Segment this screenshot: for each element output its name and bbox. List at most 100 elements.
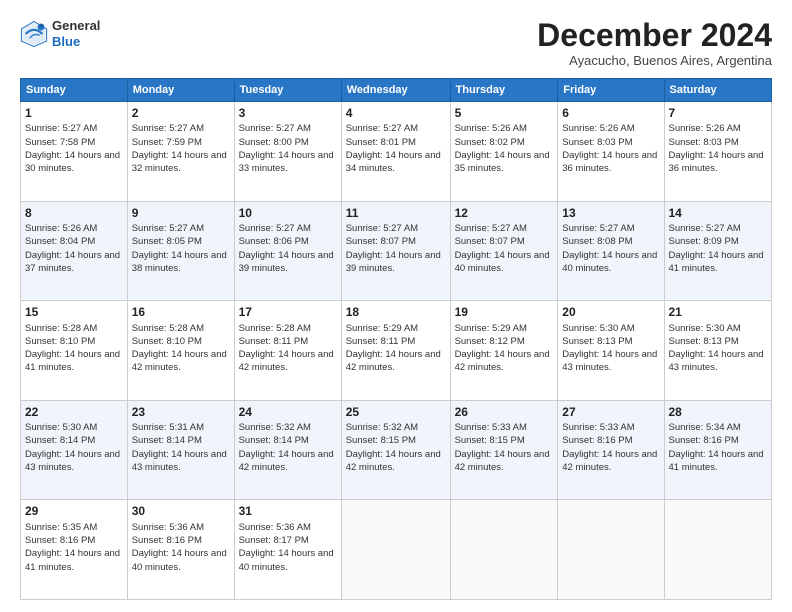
day-number: 13 [562,205,659,221]
table-row: 14Sunrise: 5:27 AM Sunset: 8:09 PM Dayli… [664,201,772,301]
calendar-week-2: 8Sunrise: 5:26 AM Sunset: 8:04 PM Daylig… [21,201,772,301]
day-info: Sunrise: 5:26 AM Sunset: 8:03 PM Dayligh… [669,122,768,175]
day-info: Sunrise: 5:33 AM Sunset: 8:16 PM Dayligh… [562,421,659,474]
table-row: 24Sunrise: 5:32 AM Sunset: 8:14 PM Dayli… [234,400,341,500]
calendar-week-4: 22Sunrise: 5:30 AM Sunset: 8:14 PM Dayli… [21,400,772,500]
day-number: 23 [132,404,230,420]
col-thursday: Thursday [450,79,558,102]
table-row: 8Sunrise: 5:26 AM Sunset: 8:04 PM Daylig… [21,201,128,301]
day-info: Sunrise: 5:27 AM Sunset: 8:05 PM Dayligh… [132,222,230,275]
day-number: 3 [239,105,337,121]
day-number: 31 [239,503,337,519]
logo-icon [20,20,48,48]
table-row: 18Sunrise: 5:29 AM Sunset: 8:11 PM Dayli… [341,301,450,401]
table-row [558,500,664,600]
month-title: December 2024 [537,18,772,53]
day-info: Sunrise: 5:27 AM Sunset: 8:07 PM Dayligh… [455,222,554,275]
table-row: 12Sunrise: 5:27 AM Sunset: 8:07 PM Dayli… [450,201,558,301]
day-info: Sunrise: 5:26 AM Sunset: 8:02 PM Dayligh… [455,122,554,175]
logo-blue: Blue [52,34,80,49]
day-info: Sunrise: 5:28 AM Sunset: 8:11 PM Dayligh… [239,322,337,375]
day-number: 22 [25,404,123,420]
day-info: Sunrise: 5:33 AM Sunset: 8:15 PM Dayligh… [455,421,554,474]
logo-text: General Blue [52,18,100,49]
day-info: Sunrise: 5:30 AM Sunset: 8:13 PM Dayligh… [562,322,659,375]
day-number: 10 [239,205,337,221]
day-info: Sunrise: 5:36 AM Sunset: 8:16 PM Dayligh… [132,521,230,574]
day-number: 28 [669,404,768,420]
col-saturday: Saturday [664,79,772,102]
day-info: Sunrise: 5:30 AM Sunset: 8:13 PM Dayligh… [669,322,768,375]
table-row: 30 Sunrise: 5:36 AM Sunset: 8:16 PM Dayli… [127,500,234,600]
table-row: 3Sunrise: 5:27 AM Sunset: 8:00 PM Daylig… [234,102,341,202]
table-row: 28Sunrise: 5:34 AM Sunset: 8:16 PM Dayli… [664,400,772,500]
day-number: 1 [25,105,123,121]
logo-general: General [52,18,100,33]
table-row [664,500,772,600]
table-row: 21 Sunrise: 5:30 AM Sunset: 8:13 PM Dayli… [664,301,772,401]
col-friday: Friday [558,79,664,102]
table-row [341,500,450,600]
day-info: Sunrise: 5:32 AM Sunset: 8:15 PM Dayligh… [346,421,446,474]
day-number: 30 [132,503,230,519]
table-row: 31 Sunrise: 5:36 AM Sunset: 8:17 PM Dayli… [234,500,341,600]
table-row: 13Sunrise: 5:27 AM Sunset: 8:08 PM Dayli… [558,201,664,301]
day-number: 20 [562,304,659,320]
day-info: Sunrise: 5:27 AM Sunset: 8:07 PM Dayligh… [346,222,446,275]
day-number: 17 [239,304,337,320]
logo: General Blue [20,18,100,49]
day-info: Sunrise: 5:29 AM Sunset: 8:11 PM Dayligh… [346,322,446,375]
table-row: 5Sunrise: 5:26 AM Sunset: 8:02 PM Daylig… [450,102,558,202]
day-number: 6 [562,105,659,121]
day-number: 15 [25,304,123,320]
table-row: 4Sunrise: 5:27 AM Sunset: 8:01 PM Daylig… [341,102,450,202]
day-number: 7 [669,105,768,121]
calendar: Sunday Monday Tuesday Wednesday Thursday… [20,78,772,600]
table-row: 1Sunrise: 5:27 AM Sunset: 7:58 PM Daylig… [21,102,128,202]
table-row: 10Sunrise: 5:27 AM Sunset: 8:06 PM Dayli… [234,201,341,301]
table-row: 15Sunrise: 5:28 AM Sunset: 8:10 PM Dayli… [21,301,128,401]
col-sunday: Sunday [21,79,128,102]
table-row: 26Sunrise: 5:33 AM Sunset: 8:15 PM Dayli… [450,400,558,500]
title-block: December 2024 Ayacucho, Buenos Aires, Ar… [537,18,772,68]
table-row: 6Sunrise: 5:26 AM Sunset: 8:03 PM Daylig… [558,102,664,202]
day-number: 5 [455,105,554,121]
day-info: Sunrise: 5:27 AM Sunset: 7:58 PM Dayligh… [25,122,123,175]
day-info: Sunrise: 5:27 AM Sunset: 8:01 PM Dayligh… [346,122,446,175]
table-row: 11Sunrise: 5:27 AM Sunset: 8:07 PM Dayli… [341,201,450,301]
day-number: 8 [25,205,123,221]
table-row: 20 Sunrise: 5:30 AM Sunset: 8:13 PM Dayli… [558,301,664,401]
day-info: Sunrise: 5:27 AM Sunset: 8:06 PM Dayligh… [239,222,337,275]
day-info: Sunrise: 5:32 AM Sunset: 8:14 PM Dayligh… [239,421,337,474]
day-number: 21 [669,304,768,320]
day-info: Sunrise: 5:29 AM Sunset: 8:12 PM Dayligh… [455,322,554,375]
day-info: Sunrise: 5:35 AM Sunset: 8:16 PM Dayligh… [25,521,123,574]
day-number: 12 [455,205,554,221]
page: General Blue December 2024 Ayacucho, Bue… [0,0,792,612]
table-row: 22Sunrise: 5:30 AM Sunset: 8:14 PM Dayli… [21,400,128,500]
day-number: 11 [346,205,446,221]
day-number: 14 [669,205,768,221]
calendar-header-row: Sunday Monday Tuesday Wednesday Thursday… [21,79,772,102]
table-row: 23Sunrise: 5:31 AM Sunset: 8:14 PM Dayli… [127,400,234,500]
day-number: 16 [132,304,230,320]
day-info: Sunrise: 5:36 AM Sunset: 8:17 PM Dayligh… [239,521,337,574]
table-row: 17 Sunrise: 5:28 AM Sunset: 8:11 PM Dayli… [234,301,341,401]
day-number: 2 [132,105,230,121]
day-info: Sunrise: 5:28 AM Sunset: 8:10 PM Dayligh… [132,322,230,375]
table-row [450,500,558,600]
table-row: 9Sunrise: 5:27 AM Sunset: 8:05 PM Daylig… [127,201,234,301]
subtitle: Ayacucho, Buenos Aires, Argentina [537,53,772,68]
day-info: Sunrise: 5:34 AM Sunset: 8:16 PM Dayligh… [669,421,768,474]
table-row: 25Sunrise: 5:32 AM Sunset: 8:15 PM Dayli… [341,400,450,500]
day-info: Sunrise: 5:27 AM Sunset: 7:59 PM Dayligh… [132,122,230,175]
table-row: 19Sunrise: 5:29 AM Sunset: 8:12 PM Dayli… [450,301,558,401]
col-tuesday: Tuesday [234,79,341,102]
header: General Blue December 2024 Ayacucho, Bue… [20,18,772,68]
col-monday: Monday [127,79,234,102]
col-wednesday: Wednesday [341,79,450,102]
calendar-week-5: 29Sunrise: 5:35 AM Sunset: 8:16 PM Dayli… [21,500,772,600]
table-row: 16 Sunrise: 5:28 AM Sunset: 8:10 PM Dayli… [127,301,234,401]
calendar-week-3: 15 Sunrise: 5:28 AM Sunset: 8:10 PM Dayli… [21,301,772,401]
day-info: Sunrise: 5:27 AM Sunset: 8:08 PM Dayligh… [562,222,659,275]
